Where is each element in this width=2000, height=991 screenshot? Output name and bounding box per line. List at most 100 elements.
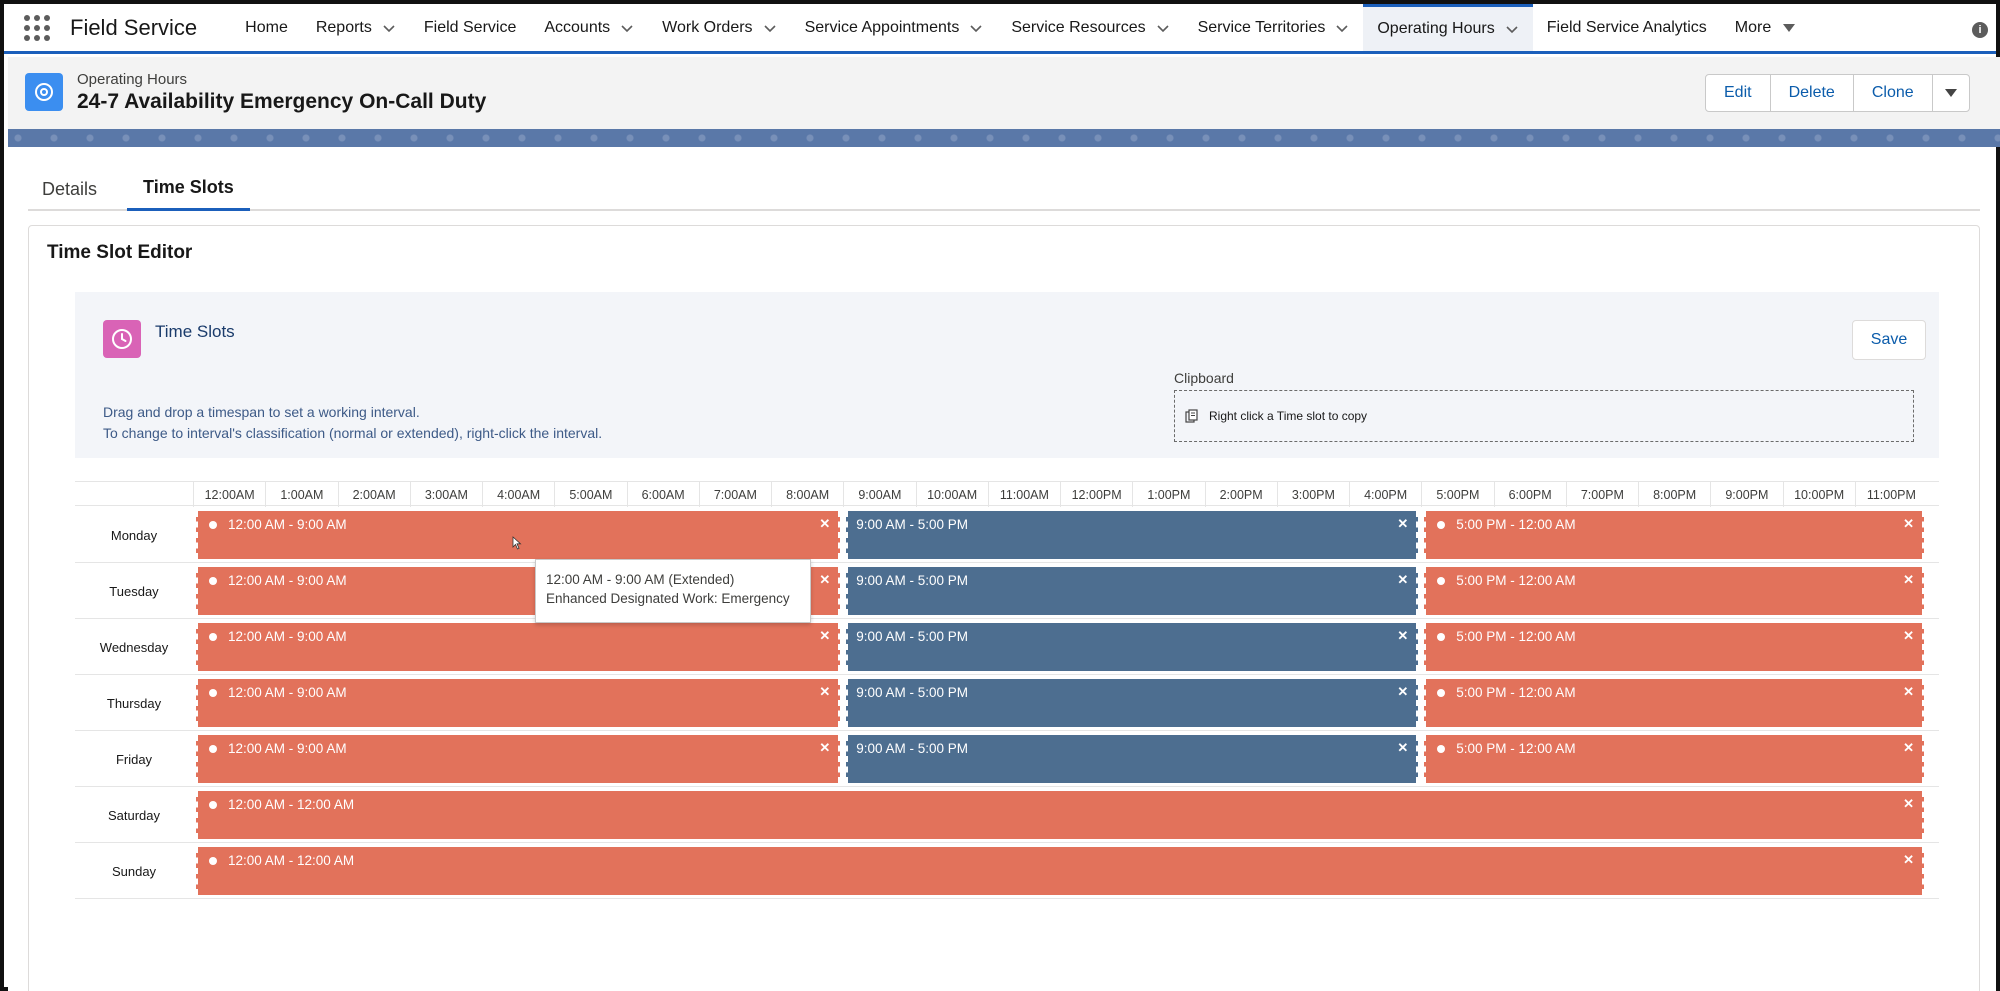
time-slot-extended[interactable]: 5:00 PM - 12:00 AM ✕ xyxy=(1424,735,1924,783)
hour-label: 12:00AM xyxy=(193,482,265,507)
nav-item-home[interactable]: Home xyxy=(231,4,302,51)
record-actions: Edit Delete Clone xyxy=(1705,74,1970,112)
close-icon[interactable]: ✕ xyxy=(1903,572,1914,588)
time-slot-extended[interactable]: 5:00 PM - 12:00 AM ✕ xyxy=(1424,511,1924,559)
day-row-saturday[interactable]: Saturday 12:00 AM - 12:00 AM ✕ xyxy=(75,787,1939,843)
nav-item-label: Operating Hours xyxy=(1377,20,1495,37)
hour-label: 2:00PM xyxy=(1204,482,1277,507)
day-row-monday[interactable]: Monday 12:00 AM - 9:00 AM ✕ 9:00 AM - 5:00 … xyxy=(75,507,1939,563)
day-row-tuesday[interactable]: Tuesday 12:00 AM - 9:00 AM ✕ 9:00 AM - 5:00… xyxy=(75,563,1939,619)
time-slot-extended[interactable]: 12:00 AM - 9:00 AM ✕ xyxy=(196,511,841,559)
close-icon[interactable]: ✕ xyxy=(1397,628,1408,644)
hour-label: 8:00PM xyxy=(1638,482,1710,507)
extended-dot-icon xyxy=(1437,689,1446,697)
time-slot-normal[interactable]: 9:00 AM - 5:00 PM ✕ xyxy=(846,511,1419,559)
nav-item-service-territories[interactable]: Service Territories xyxy=(1184,4,1364,51)
save-button[interactable]: Save xyxy=(1852,320,1926,360)
day-row-sunday[interactable]: Sunday 12:00 AM - 12:00 AM ✕ xyxy=(75,843,1939,899)
record-tabs: Details Time Slots xyxy=(28,167,1980,211)
close-icon[interactable]: ✕ xyxy=(1903,796,1914,812)
time-slot-extended[interactable]: 12:00 AM - 9:00 AM ✕ xyxy=(196,679,841,727)
time-slot-extended[interactable]: 5:00 PM - 12:00 AM ✕ xyxy=(1424,623,1924,671)
day-label: Monday xyxy=(110,527,158,543)
chevron-down-icon[interactable] xyxy=(620,21,634,35)
time-slot-label: 12:00 AM - 12:00 AM xyxy=(228,853,355,868)
close-icon[interactable]: ✕ xyxy=(819,516,830,532)
close-icon[interactable]: ✕ xyxy=(1903,516,1914,532)
chevron-down-icon[interactable] xyxy=(1156,21,1170,35)
day-row-wednesday[interactable]: Wednesday 12:00 AM - 9:00 AM ✕ 9:00 AM - 5:… xyxy=(75,619,1939,675)
nav-item-service-appointments[interactable]: Service Appointments xyxy=(791,4,998,51)
time-slot-extended[interactable]: 12:00 AM - 9:00 AM ✕ xyxy=(196,735,841,783)
time-slot-normal[interactable]: 9:00 AM - 5:00 PM ✕ xyxy=(846,623,1419,671)
day-label: Sunday xyxy=(111,863,157,879)
time-slot-extended[interactable]: 12:00 AM - 9:00 AM ✕ xyxy=(196,623,841,671)
chevron-down-icon[interactable] xyxy=(1505,22,1519,36)
clipboard-dropzone[interactable]: Right click a Time slot to copy xyxy=(1174,390,1914,442)
time-slot-label: 9:00 AM - 5:00 PM xyxy=(856,629,969,644)
extended-dot-icon xyxy=(209,633,217,641)
time-slot-normal[interactable]: 9:00 AM - 5:00 PM ✕ xyxy=(846,567,1419,615)
close-icon[interactable]: ✕ xyxy=(1397,572,1408,588)
time-slot-label: 5:00 PM - 12:00 AM xyxy=(1456,517,1576,532)
close-icon[interactable]: ✕ xyxy=(1903,628,1914,644)
nav-item-reports[interactable]: Reports xyxy=(302,4,410,51)
operating-hours-icon xyxy=(25,73,63,111)
close-icon[interactable]: ✕ xyxy=(1397,740,1408,756)
nav-item-field-service-analytics[interactable]: Field Service Analytics xyxy=(1533,4,1721,51)
day-row-friday[interactable]: Friday 12:00 AM - 9:00 AM ✕ 9:00 AM - 5:00 … xyxy=(75,731,1939,787)
chevron-down-icon[interactable] xyxy=(1335,21,1349,35)
nav-item-operating-hours[interactable]: Operating Hours xyxy=(1363,4,1533,51)
close-icon[interactable]: ✕ xyxy=(1397,684,1408,700)
chevron-down-icon xyxy=(1944,89,1957,97)
time-slot-extended[interactable]: 5:00 PM - 12:00 AM ✕ xyxy=(1424,567,1924,615)
nav-item-label: Field Service xyxy=(423,18,517,36)
nav-item-label: Work Orders xyxy=(662,18,753,36)
close-icon[interactable]: ✕ xyxy=(819,572,830,588)
chevron-down-icon[interactable] xyxy=(969,21,983,35)
delete-button[interactable]: Delete xyxy=(1771,75,1854,111)
nav-item-service-resources[interactable]: Service Resources xyxy=(997,4,1183,51)
chevron-down-icon[interactable] xyxy=(763,21,777,35)
close-icon[interactable]: ✕ xyxy=(1903,740,1914,756)
tab-details[interactable]: Details xyxy=(28,167,113,211)
close-icon[interactable]: ✕ xyxy=(1903,684,1914,700)
edit-button[interactable]: Edit xyxy=(1706,75,1771,111)
extended-dot-icon xyxy=(209,689,217,697)
time-slot-extended[interactable]: 12:00 AM - 12:00 AM ✕ xyxy=(196,791,1924,839)
close-icon[interactable]: ✕ xyxy=(819,628,830,644)
mouse-cursor-icon xyxy=(512,536,522,550)
clipboard-hint: Right click a Time slot to copy xyxy=(1209,409,1368,423)
tab-time-slots[interactable]: Time Slots xyxy=(127,167,250,211)
close-icon[interactable]: ✕ xyxy=(1397,516,1408,532)
clipboard-label: Clipboard xyxy=(1174,370,1234,386)
nav-item-accounts[interactable]: Accounts xyxy=(530,4,648,51)
close-icon[interactable]: ✕ xyxy=(1903,852,1914,868)
hour-label: 3:00AM xyxy=(409,482,482,507)
time-slot-extended[interactable]: 12:00 AM - 12:00 AM ✕ xyxy=(196,847,1924,895)
nav-item-more[interactable]: More xyxy=(1721,4,1809,51)
nav-item-work-orders[interactable]: Work Orders xyxy=(648,4,790,51)
close-icon[interactable]: ✕ xyxy=(819,684,830,700)
time-slot-label: 9:00 AM - 5:00 PM xyxy=(856,741,969,756)
time-slot-label: 12:00 AM - 9:00 AM xyxy=(228,741,347,756)
day-row-thursday[interactable]: Thursday 12:00 AM - 9:00 AM ✕ 9:00 AM - 5:0… xyxy=(75,675,1939,731)
clone-button[interactable]: Clone xyxy=(1854,75,1933,111)
app-launcher-icon[interactable] xyxy=(22,13,52,43)
nav-item-field-service[interactable]: Field Service xyxy=(410,4,530,51)
time-slot-label: 12:00 AM - 9:00 AM xyxy=(228,685,347,700)
time-slot-normal[interactable]: 9:00 AM - 5:00 PM ✕ xyxy=(846,679,1419,727)
day-label: Wednesday xyxy=(99,639,169,655)
hour-label: 6:00PM xyxy=(1493,482,1566,507)
instruction-line: Drag and drop a timespan to set a workin… xyxy=(103,404,420,420)
more-actions-button[interactable] xyxy=(1933,75,1969,111)
record-content: Details Time Slots Time Slot Editor Time… xyxy=(8,147,1996,991)
hour-label: 9:00AM xyxy=(843,482,915,507)
close-icon[interactable]: ✕ xyxy=(819,740,830,756)
chevron-down-icon[interactable] xyxy=(382,21,396,35)
info-icon[interactable]: i xyxy=(1972,22,1988,38)
time-slot-extended[interactable]: 5:00 PM - 12:00 AM ✕ xyxy=(1424,679,1924,727)
extended-dot-icon xyxy=(209,857,217,865)
time-slot-label: 12:00 AM - 9:00 AM xyxy=(228,517,347,532)
time-slot-normal[interactable]: 9:00 AM - 5:00 PM ✕ xyxy=(846,735,1419,783)
